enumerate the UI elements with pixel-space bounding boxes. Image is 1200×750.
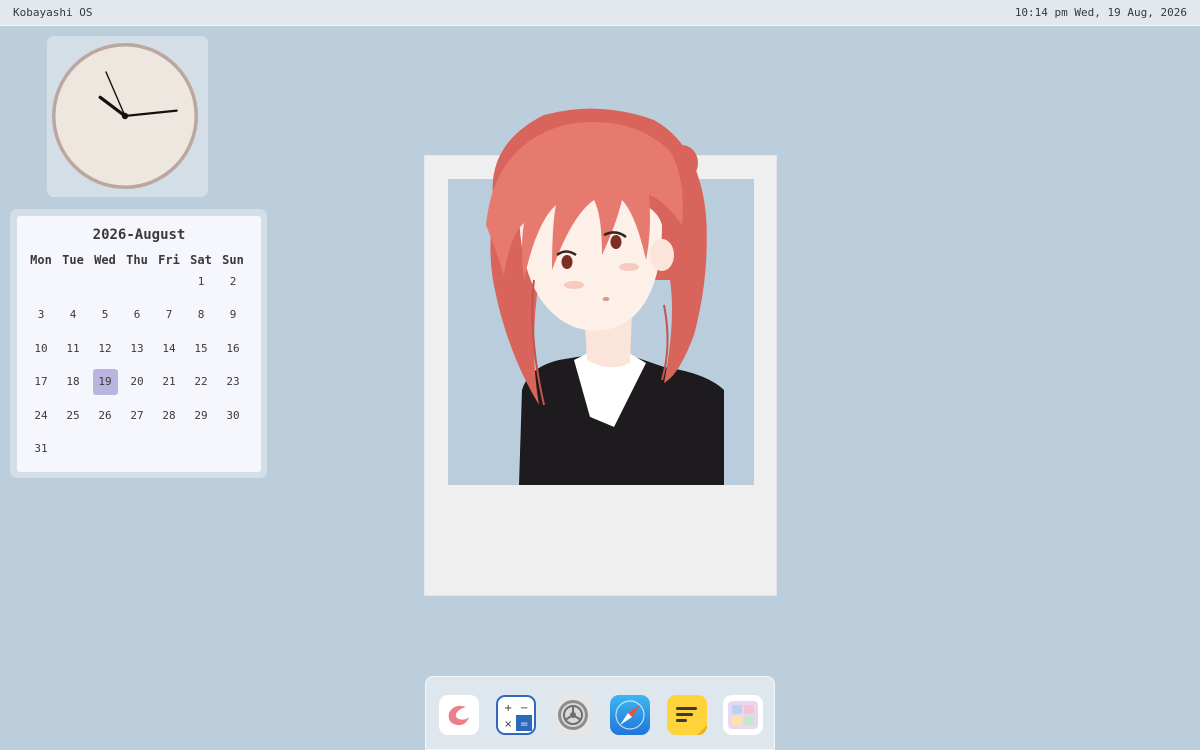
calendar-day[interactable]: 29: [185, 403, 217, 429]
calendar-day[interactable]: 5: [89, 302, 121, 328]
weekday-label: Fri: [158, 253, 180, 267]
mouth: [602, 297, 610, 301]
calendar-day[interactable]: 9: [217, 302, 249, 328]
calendar-day[interactable]: 6: [121, 302, 153, 328]
calendar-day[interactable]: 2: [217, 269, 249, 295]
calendar-day[interactable]: 16: [217, 336, 249, 362]
calendar-day-today[interactable]: 19: [92, 369, 118, 396]
datetime-display[interactable]: 10:14 pm Wed, 19 Aug, 2026: [1015, 6, 1187, 19]
safari-compass-icon[interactable]: [610, 695, 650, 735]
svg-text:−: −: [520, 703, 528, 714]
calendar-day: [185, 436, 217, 462]
calendar-week-row: 24 25 26 27 28 29 30: [25, 403, 257, 429]
calendar-day[interactable]: 27: [121, 403, 153, 429]
calendar-day: [25, 269, 57, 295]
clock-center: [121, 112, 129, 120]
weekday-label: Tue: [62, 253, 84, 267]
calendar-day[interactable]: 12: [89, 336, 121, 362]
calendar-day[interactable]: 25: [57, 403, 89, 429]
calendar-week-row: 3456789: [25, 302, 257, 328]
calendar-weekday-header: Mon Tue Wed Thu Fri Sat Sun: [25, 253, 257, 267]
calendar-day: [121, 269, 153, 295]
weekday-label: Mon: [30, 253, 52, 267]
notes-icon[interactable]: [667, 695, 707, 735]
calendar-day[interactable]: 22: [185, 369, 217, 395]
calculator-icon[interactable]: + − × =: [496, 695, 536, 735]
calendar-day[interactable]: 30: [217, 403, 249, 429]
analog-clock: [52, 43, 198, 189]
calendar-day[interactable]: 23: [217, 369, 249, 395]
calendar-day[interactable]: 13: [121, 336, 153, 362]
weekday-label: Sun: [222, 253, 244, 267]
calendar-day: [153, 269, 185, 295]
calendar-day[interactable]: 17: [25, 369, 57, 395]
calendar-day[interactable]: 18: [57, 369, 89, 395]
calendar-widget: 2026-August Mon Tue Wed Thu Fri Sat Sun …: [10, 209, 267, 478]
svg-text:=: =: [520, 719, 528, 730]
settings-icon[interactable]: [553, 695, 593, 735]
calendar-day[interactable]: 28: [153, 403, 185, 429]
weekday-label: Wed: [94, 253, 116, 267]
weekday-label: Thu: [126, 253, 148, 267]
calendar-week-row: 10 11 12 13 14 15 16: [25, 336, 257, 362]
calendar-title: 2026-August: [92, 227, 186, 243]
dock: + − × =: [425, 676, 775, 750]
calendar-day[interactable]: 31: [25, 436, 57, 462]
calendar-day: [57, 436, 89, 462]
calendar-day[interactable]: 8: [185, 302, 217, 328]
calendar-day[interactable]: 15: [185, 336, 217, 362]
calendar-day: [57, 269, 89, 295]
calendar-day[interactable]: 26: [89, 403, 121, 429]
gallery-icon[interactable]: [723, 695, 763, 735]
calendar-day[interactable]: 20: [121, 369, 153, 395]
calendar-day: [121, 436, 153, 462]
ear: [650, 239, 674, 271]
top-bar: Kobayashi OS 10:14 pm Wed, 19 Aug, 2026: [0, 0, 1200, 26]
calendar-day[interactable]: 14: [153, 336, 185, 362]
calendar-day[interactable]: 1: [185, 269, 217, 295]
calendar-day[interactable]: 7: [153, 302, 185, 328]
calendar-day[interactable]: 24: [25, 403, 57, 429]
left-eye: [561, 255, 573, 269]
calendar-card: 2026-August Mon Tue Wed Thu Fri Sat Sun …: [17, 216, 261, 472]
weekday-label: Sat: [190, 253, 212, 267]
calendar-day: [89, 269, 121, 295]
calendar-day[interactable]: 21: [153, 369, 185, 395]
calendar-day[interactable]: 3: [25, 302, 57, 328]
calendar-day: [153, 436, 185, 462]
calendar-day: [89, 436, 121, 462]
clock-widget: [47, 36, 208, 197]
calendar-day: [217, 436, 249, 462]
calendar-day[interactable]: 4: [57, 302, 89, 328]
app-launcher-icon[interactable]: [439, 695, 479, 735]
calendar-week-row: 12: [25, 269, 257, 295]
svg-text:×: ×: [504, 719, 512, 730]
calendar-week-row: 17 18 19 20 21 22 23: [25, 369, 257, 396]
calendar-week-row: 31: [25, 436, 257, 462]
right-eye: [610, 235, 622, 249]
character-illustration: [486, 108, 724, 485]
calendar-day[interactable]: 11: [57, 336, 89, 362]
svg-text:+: +: [504, 703, 512, 714]
os-name: Kobayashi OS: [13, 6, 93, 19]
calendar-day[interactable]: 10: [25, 336, 57, 362]
